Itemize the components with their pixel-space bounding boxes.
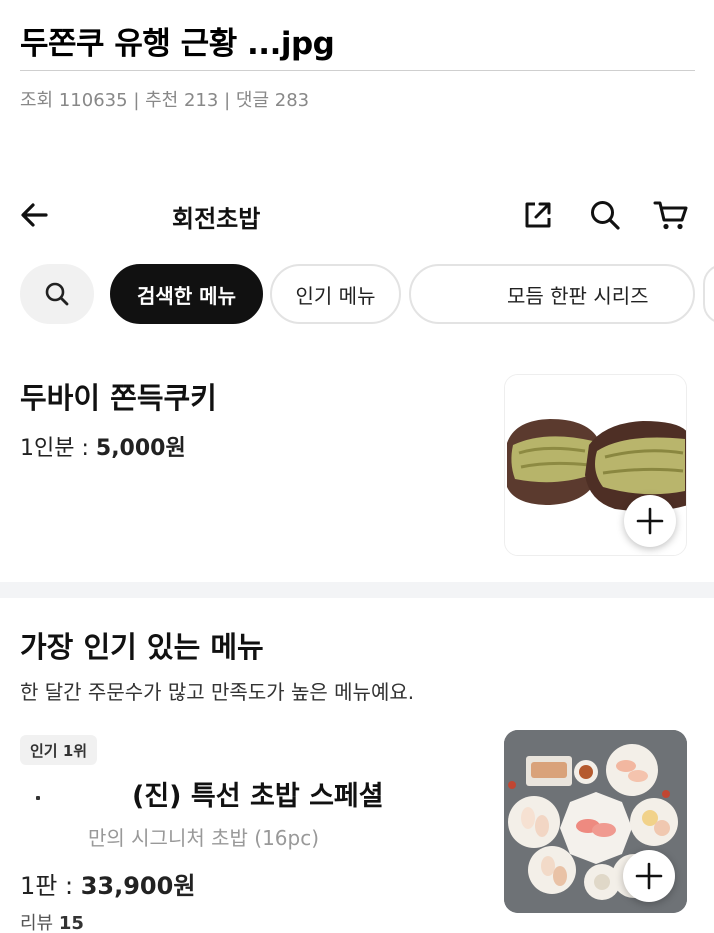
recommend-label: 추천: [145, 90, 179, 111]
chip-series[interactable]: 모듬 한판 시리즈: [409, 264, 695, 324]
section-divider: [0, 582, 714, 598]
rank-badge: 인기 1위: [20, 735, 98, 765]
cart-icon[interactable]: [653, 198, 688, 232]
menu-item-image[interactable]: [504, 374, 687, 556]
menu-item-description: 만의 시그니처 초밥 (16pc): [88, 826, 320, 850]
share-icon[interactable]: [521, 198, 555, 232]
views-label: 조회: [20, 90, 54, 111]
comments-label: 댓글: [235, 90, 270, 111]
chip-popular-menu[interactable]: 인기 메뉴: [270, 264, 401, 324]
chip-series-label: 모듬 한판 시리즈: [507, 283, 649, 308]
menu-chip-row: 검색한 메뉴 인기 메뉴 모듬 한판 시리즈: [0, 264, 714, 326]
recommend-count: 213: [183, 90, 219, 111]
post-meta: 조회 110635 | 추천 213 | 댓글 283: [20, 86, 309, 112]
search-icon[interactable]: [588, 198, 622, 232]
reviews-label: 리뷰: [20, 913, 54, 933]
menu-item-image[interactable]: [504, 730, 687, 913]
store-title: 회전초밥: [172, 205, 261, 233]
redacted-text: [429, 284, 499, 304]
section-subtitle: 한 달간 주문수가 많고 만족도가 높은 메뉴예요.: [20, 680, 415, 704]
price-value: 5,000원: [95, 436, 186, 461]
meta-separator: |: [224, 90, 231, 111]
chip-search[interactable]: [20, 264, 94, 324]
comments-count: 283: [274, 90, 310, 111]
menu-item-price: 1인분 : 5,000원: [20, 430, 186, 462]
price-label: 1인분 :: [20, 436, 96, 461]
search-icon: [45, 282, 69, 306]
chip-searched-menu[interactable]: 검색한 메뉴: [110, 264, 263, 324]
section-title: 가장 인기 있는 메뉴: [20, 630, 264, 664]
menu-item-name[interactable]: 두바이 쫀득쿠키: [20, 375, 217, 417]
review-count: 리뷰 15: [20, 909, 84, 933]
plus-icon: [635, 862, 663, 890]
meta-separator: |: [133, 90, 140, 111]
redacted-mark: [36, 796, 40, 800]
app-header: 회전초밥: [0, 190, 714, 240]
views-count: 110635: [58, 90, 128, 111]
menu-item-name[interactable]: (진) 특선 초밥 스페셜: [132, 774, 384, 813]
plus-icon: [636, 507, 664, 535]
price-label: 1판 :: [20, 872, 81, 900]
menu-item-price: 1판 : 33,900원: [20, 866, 195, 901]
chip-next[interactable]: [703, 264, 714, 324]
add-to-cart-button[interactable]: [623, 850, 675, 902]
add-to-cart-button[interactable]: [624, 495, 676, 547]
divider: [20, 70, 695, 71]
reviews-value: 15: [58, 913, 84, 933]
post-title: 두쫀쿠 유행 근황 ...jpg: [20, 26, 335, 62]
back-arrow-icon[interactable]: [18, 198, 52, 232]
price-value: 33,900원: [80, 872, 196, 900]
